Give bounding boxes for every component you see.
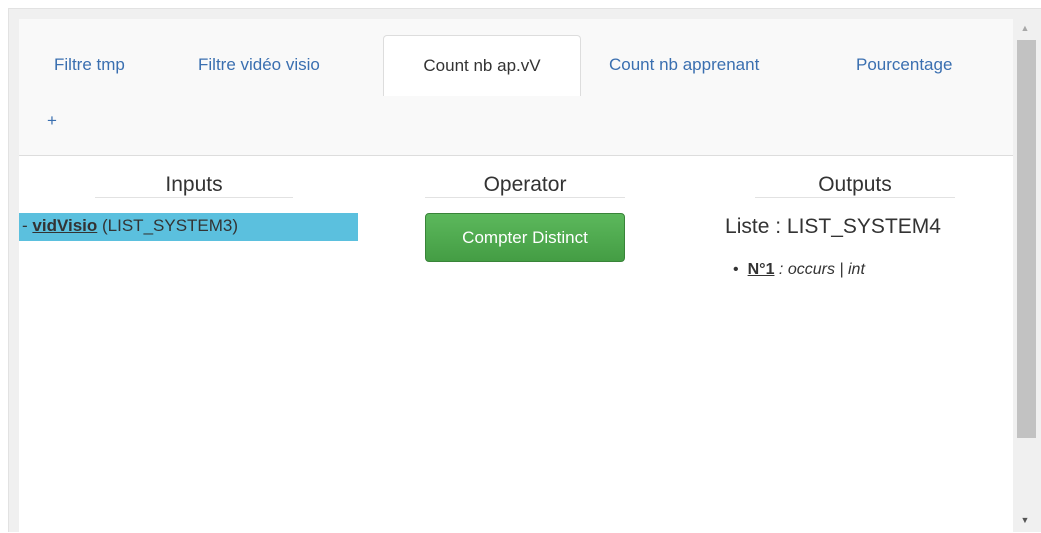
output-field-item: • N°1 : occurs | int: [733, 261, 865, 279]
list-bullet: •: [733, 261, 739, 278]
output-field-separator: :: [774, 261, 788, 278]
output-field-type: int: [847, 261, 865, 278]
panel-frame: Filtre tmp Filtre vidéo visio Count nb a…: [8, 8, 1041, 533]
scrollbar-thumb[interactable]: [1017, 40, 1036, 438]
inputs-heading: Inputs: [165, 173, 223, 196]
input-variable-name[interactable]: vidVisio: [32, 216, 97, 235]
outputs-heading: Outputs: [818, 173, 892, 196]
output-field-name: occurs: [787, 261, 835, 278]
output-field-number[interactable]: N°1: [748, 261, 775, 278]
scroll-up-arrow-icon[interactable]: ▲: [1014, 18, 1036, 38]
input-item-prefix: -: [22, 216, 33, 235]
operator-heading: Operator: [483, 173, 567, 196]
tab-count-nb-ap-vv[interactable]: Count nb ap.vV: [383, 35, 581, 96]
output-field-pipe: |: [834, 261, 848, 278]
tab-pourcentage[interactable]: Pourcentage: [843, 35, 965, 95]
output-list-title: Liste : LIST_SYSTEM4: [725, 215, 941, 238]
tab-filtre-tmp[interactable]: Filtre tmp: [41, 35, 138, 95]
inputs-divider: [95, 197, 293, 198]
vertical-scrollbar[interactable]: ▲ ▼: [1014, 18, 1036, 532]
input-item-vidvisio[interactable]: - vidVisio (LIST_SYSTEM3): [19, 213, 358, 241]
input-variable-type: (LIST_SYSTEM3): [97, 216, 239, 235]
compter-distinct-button[interactable]: Compter Distinct: [425, 213, 625, 262]
tab-bar: Filtre tmp Filtre vidéo visio Count nb a…: [19, 19, 1013, 156]
operator-divider: [425, 197, 625, 198]
tab-count-nb-apprenant[interactable]: Count nb apprenant: [596, 35, 772, 95]
scroll-down-arrow-icon[interactable]: ▼: [1014, 510, 1036, 530]
outputs-divider: [755, 197, 955, 198]
add-tab-button[interactable]: +: [47, 111, 57, 131]
tab-filtre-video-visio[interactable]: Filtre vidéo visio: [185, 35, 333, 95]
scroll-content: Filtre tmp Filtre vidéo visio Count nb a…: [19, 19, 1013, 533]
